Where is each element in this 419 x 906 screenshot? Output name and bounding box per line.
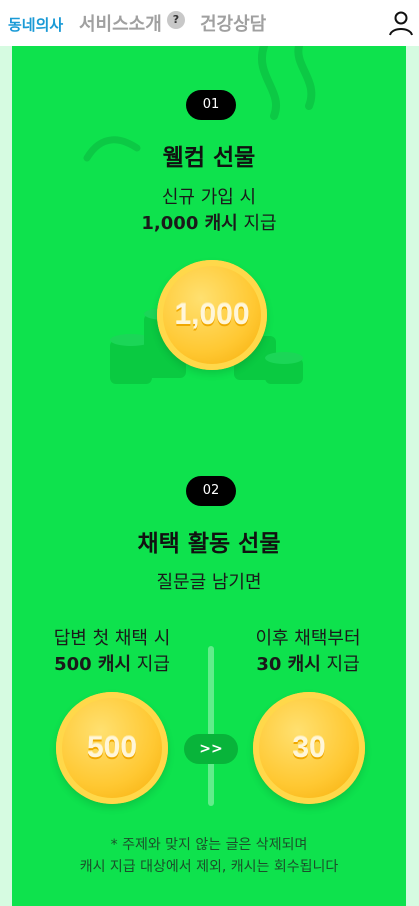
- coin-30-value: 30: [292, 731, 326, 764]
- signup-text: 신규 가입 시: [161, 187, 257, 208]
- notice-line-2: 캐시 지급 대상에서 제외, 캐시는 회수됩니다: [79, 859, 339, 875]
- service-intro-tab[interactable]: 서비스소개: [79, 10, 162, 36]
- coin-1000-value: 1,000: [174, 298, 250, 331]
- coin-500: 500: [56, 692, 168, 804]
- first-adoption-text: 답변 첫 채택 시: [53, 628, 171, 649]
- brand-tab[interactable]: 동네의사: [8, 14, 63, 35]
- signup-reward-suffix: 지급: [237, 213, 277, 234]
- later-adoption-text: 이후 채택부터: [255, 628, 361, 649]
- step-badge-02: 02: [186, 476, 236, 506]
- first-adoption-amount: 500 캐시: [54, 654, 132, 675]
- question-text: 질문글 남기면: [156, 572, 262, 593]
- first-adoption-suffix: 지급: [131, 654, 170, 675]
- first-adoption-reward: 500 캐시 지급: [12, 650, 212, 676]
- later-adoption-reward: 30 캐시 지급: [208, 650, 406, 676]
- person-icon[interactable]: [388, 10, 414, 36]
- signup-reward-text: 1,000 캐시 지급: [12, 209, 406, 235]
- adoption-gift-title: 채택 활동 선물: [137, 531, 281, 557]
- later-adoption-amount: 30 캐시: [256, 654, 321, 675]
- top-nav: 동네의사 서비스소개 ? 건강상담: [0, 0, 419, 46]
- coin-1000: 1,000: [157, 260, 267, 370]
- cash-stack-top: [265, 352, 303, 364]
- notice-line-1: * 주제와 맞지 않는 글은 삭제되며: [110, 837, 308, 853]
- later-adoption-suffix: 지급: [320, 654, 360, 675]
- decoration-shape: [258, 46, 316, 120]
- arrow-badge: >>: [184, 734, 238, 764]
- help-icon[interactable]: ?: [167, 11, 185, 29]
- coin-500-value: 500: [86, 731, 138, 764]
- health-consult-tab[interactable]: 건강상담: [200, 10, 266, 36]
- step-badge-01: 01: [186, 90, 236, 120]
- welcome-gift-title: 웰컴 선물: [162, 145, 256, 171]
- signup-reward-amount: 1,000 캐시: [141, 213, 238, 234]
- divider-line: [208, 646, 214, 806]
- coin-30: 30: [253, 692, 365, 804]
- reward-panel: 01 웰컴 선물 신규 가입 시 1,000 캐시 지급 1,000 02 채택…: [12, 46, 406, 906]
